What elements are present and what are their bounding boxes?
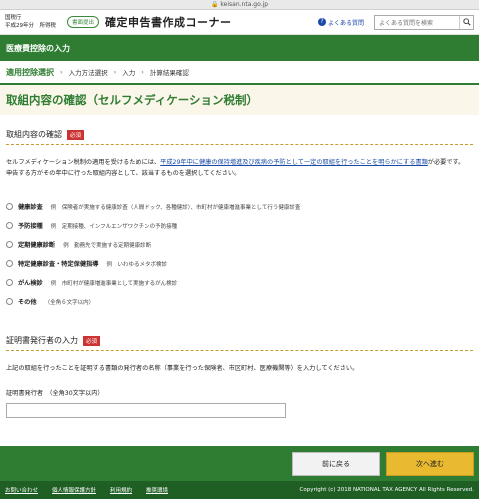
- option-label: 特定健康診査・特定保健指導: [18, 261, 99, 268]
- question-icon: ?: [317, 18, 326, 26]
- section-heading-text: 証明書発行者の入力: [6, 336, 78, 345]
- section-heading-activities: 取組内容の確認 必須: [6, 129, 473, 145]
- activity-option[interactable]: 特定健康診査・特定保健指導 例 いわゆるメタボ検診: [6, 254, 473, 273]
- step-item: 入力: [122, 69, 136, 77]
- activity-option[interactable]: その他 （全角６文字以内）: [6, 292, 473, 311]
- section-heading-text: 取組内容の確認: [6, 130, 62, 139]
- desc-text: が必要です。: [427, 159, 465, 166]
- section-heading-issuer: 証明書発行者の入力 必須: [6, 335, 473, 351]
- page-title: 取組内容の確認（セルフメディケーション税制）: [6, 93, 258, 107]
- radio-button[interactable]: [6, 298, 13, 305]
- footer-link-contact[interactable]: お問い合わせ: [5, 486, 38, 494]
- option-example: 例 いわゆるメタボ検診: [106, 261, 167, 268]
- issuer-field-label: 証明書発行者 （全角30文字以内）: [6, 390, 104, 397]
- radio-button[interactable]: [6, 203, 13, 210]
- activity-option[interactable]: 予防接種 例 定期接種、インフルエンザワクチンの予防接種: [6, 216, 473, 235]
- option-example: 例 市町村が健康増進事業として実施するがん検診: [50, 280, 178, 287]
- agency-logo: 国税庁 平成29年分 所得税: [5, 14, 61, 30]
- option-example: （全角６文字以内）: [44, 299, 95, 306]
- back-button[interactable]: 前に戻る: [292, 451, 380, 476]
- faq-search-input[interactable]: よくある質問を検索: [374, 14, 474, 30]
- breadcrumb-steps: 適用控除選択 › 入力方法選択 › 入力 › 計算結果確認: [0, 61, 479, 83]
- option-example: 例 定期接種、インフルエンザワクチンの予防接種: [50, 223, 178, 230]
- step-item: 入力方法選択: [68, 69, 108, 77]
- site-footer: お問い合わせ 個人情報保護方針 利用規約 推奨環境 Copyright (c) …: [0, 481, 479, 499]
- lock-icon: 🔒: [210, 1, 219, 8]
- step-item: 計算結果確認: [149, 69, 189, 77]
- submission-badge: 書面提出: [67, 16, 100, 28]
- radio-button[interactable]: [6, 260, 13, 267]
- radio-button[interactable]: [6, 241, 13, 248]
- option-label: 定期健康診断: [18, 242, 56, 249]
- option-label: 健康診査: [18, 204, 43, 211]
- option-label: がん検診: [18, 280, 43, 287]
- main-content: 取組内容の確認 必須 セルフメディケーション税制の適用を受けるためには、平成29…: [0, 115, 479, 418]
- option-label: その他: [18, 299, 37, 306]
- footer-link-terms[interactable]: 利用規約: [110, 486, 132, 494]
- agency-name: 国税庁: [5, 15, 22, 21]
- faq-label: よくある質問: [327, 19, 364, 27]
- section-description: セルフメディケーション税制の適用を受けるためには、平成29年中に健康の保持増進及…: [6, 157, 473, 168]
- activity-option[interactable]: 定期健康診断 例 勤務先で実施する定期健康診断: [6, 235, 473, 254]
- site-header: 国税庁 平成29年分 所得税 書面提出 確定申告書作成コーナー ? よくある質問…: [0, 10, 479, 35]
- tax-year: 平成29年分 所得税: [5, 23, 56, 29]
- option-label: 予防接種: [18, 223, 43, 230]
- faq-link[interactable]: ? よくある質問: [317, 18, 364, 27]
- next-button[interactable]: 次へ進む: [386, 451, 474, 476]
- action-bar: 前に戻る 次へ進む: [0, 446, 479, 481]
- address-url: keisan.nta.go.jp: [220, 1, 269, 8]
- section-instruction: 申告する方がその年中に行った取組内容として、該当するものを選択してください。: [6, 170, 241, 177]
- footer-link-environment[interactable]: 推奨環境: [146, 486, 168, 494]
- section-bar: 医療費控除の入力: [0, 35, 479, 61]
- radio-button[interactable]: [6, 222, 13, 229]
- chevron-right-icon: ›: [141, 68, 144, 76]
- footer-link-privacy[interactable]: 個人情報保護方針: [52, 486, 96, 494]
- chevron-right-icon: ›: [60, 68, 63, 76]
- chevron-right-icon: ›: [113, 68, 117, 76]
- activity-option[interactable]: 健康診査 例 保険者が実施する健康診査（人間ドック、各種健診）、市町村が健康増進…: [6, 197, 473, 216]
- search-placeholder: よくある質問を検索: [379, 19, 434, 27]
- page-title-area: 取組内容の確認（セルフメディケーション税制）: [0, 83, 479, 115]
- issuer-description: 上記の取組を行ったことを証明する書類の発行者の名称（事業を行った保険者、市区町村…: [6, 365, 359, 372]
- site-title: 確定申告書作成コーナー: [105, 16, 232, 29]
- browser-address-bar[interactable]: 🔒 keisan.nta.go.jp: [0, 0, 479, 10]
- section-bar-title: 医療費控除の入力: [6, 43, 70, 53]
- copyright: Copyright (c) 2018 NATIONAL TAX AGENCY A…: [299, 487, 474, 493]
- search-icon: [462, 18, 471, 26]
- required-badge: 必須: [83, 335, 101, 346]
- document-link[interactable]: 平成29年中に健康の保持増進及び疾病の予防として一定の取組を行ったことを明らかに…: [160, 159, 428, 166]
- search-button[interactable]: [459, 15, 473, 29]
- step-current: 適用控除選択: [6, 67, 54, 77]
- issuer-input[interactable]: [6, 403, 286, 418]
- required-badge: 必須: [67, 129, 85, 140]
- activity-option[interactable]: がん検診 例 市町村が健康増進事業として実施するがん検診: [6, 273, 473, 292]
- radio-button[interactable]: [6, 279, 13, 286]
- option-example: 例 勤務先で実施する定期健康診断: [63, 242, 152, 249]
- desc-text: セルフメディケーション税制の適用を受けるためには、: [6, 159, 161, 166]
- activity-radio-group: 健康診査 例 保険者が実施する健康診査（人間ドック、各種健診）、市町村が健康増進…: [6, 197, 473, 311]
- option-example: 例 保険者が実施する健康診査（人間ドック、各種健診）、市町村が健康増進事業として…: [50, 204, 301, 211]
